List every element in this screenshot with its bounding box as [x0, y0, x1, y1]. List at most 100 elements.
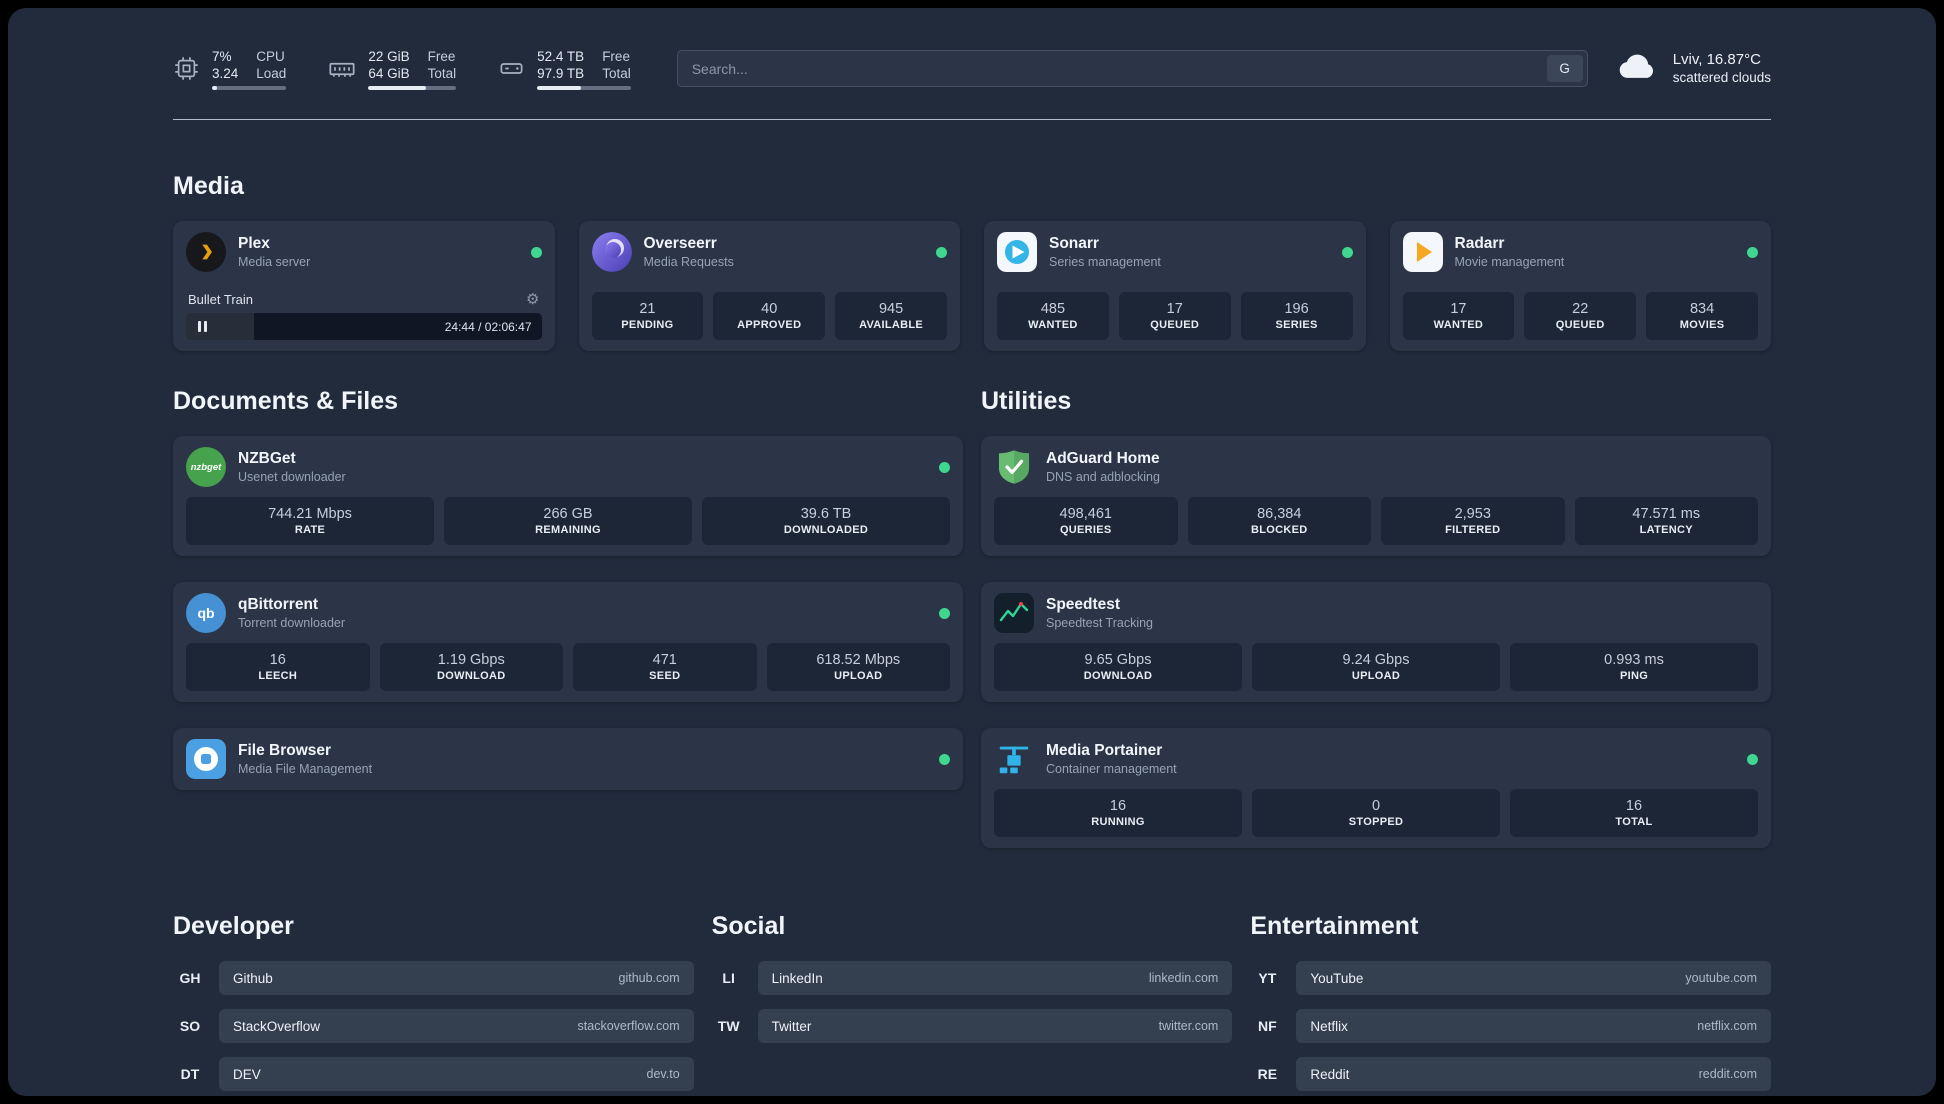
stat-pending: 21 PENDING — [591, 292, 704, 340]
section-title-developer: Developer — [173, 912, 294, 940]
section-title-utilities: Utilities — [981, 387, 1072, 415]
disk-total-value: 97.9 TB — [537, 65, 585, 81]
section-developer: Developer GH Github github.com SO StackO… — [173, 912, 694, 1096]
bookmark-abbr: YT — [1258, 970, 1277, 986]
bookmark-reddit[interactable]: Reddit reddit.com — [1296, 1057, 1771, 1091]
status-dot — [530, 246, 542, 258]
adguard-icon — [994, 447, 1034, 487]
stat-filtered: 2,953 FILTERED — [1381, 497, 1565, 545]
cpu-load-value: 3.24 — [212, 65, 239, 81]
app-name: Plex — [238, 235, 270, 252]
bookmark-netflix[interactable]: Netflix netflix.com — [1296, 1009, 1771, 1043]
app-card-portainer[interactable]: Media Portainer Container management 16 … — [981, 728, 1771, 848]
stat-available: 945 AVAILABLE — [835, 292, 947, 340]
app-card-plex[interactable]: Plex Media server Bullet Train ⚙ 24:44 /… — [173, 221, 555, 351]
stat-blocked: 86,384 BLOCKED — [1187, 497, 1371, 545]
app-name: Media Portainer — [1046, 742, 1163, 759]
app-name: Overseerr — [643, 235, 717, 252]
sonarr-icon — [997, 232, 1037, 272]
app-card-overseerr[interactable]: Overseerr Media Requests 21 PENDING 40 A… — [578, 221, 960, 351]
bookmark-row: DT DEV dev.to — [173, 1057, 694, 1091]
app-name: qBittorrent — [238, 596, 319, 613]
settings-gear-icon[interactable]: ⚙ — [526, 292, 539, 307]
pause-button[interactable] — [196, 317, 213, 336]
stat-downloaded: 39.6 TB DOWNLOADED — [702, 497, 950, 545]
now-playing-title: Bullet Train — [188, 292, 254, 307]
search-input[interactable] — [676, 50, 1588, 87]
bookmark-row: SO StackOverflow stackoverflow.com — [173, 1009, 694, 1043]
section-documents: Documents & Files nzbget NZBGet Usenet d… — [173, 387, 963, 790]
app-desc: Media server — [238, 255, 311, 269]
bookmark-stackoverflow[interactable]: StackOverflow stackoverflow.com — [219, 1009, 694, 1043]
stat-ping: 0.993 ms PING — [1510, 643, 1758, 691]
bookmark-youtube[interactable]: YouTube youtube.com — [1296, 961, 1771, 995]
app-card-radarr[interactable]: Radarr Movie management 17 WANTED 22 QUE… — [1389, 221, 1771, 351]
disk-icon — [498, 55, 525, 82]
stat-rate: 744.21 Mbps RATE — [186, 497, 434, 545]
app-card-sonarr[interactable]: Sonarr Series management 485 WANTED 17 Q… — [984, 221, 1366, 351]
cpu-usage-value: 7% — [212, 48, 232, 64]
bookmark-abbr: DT — [180, 1066, 200, 1082]
app-card-nzbget[interactable]: nzbget NZBGet Usenet downloader 744.21 M… — [173, 436, 963, 556]
ram-widget: 22 GiB Free 64 GiB Total — [328, 48, 457, 90]
ram-icon — [328, 55, 356, 83]
weather-location: Lviv, 16.87°C — [1672, 51, 1761, 68]
playback-progress-bar[interactable]: 24:44 / 02:06:47 — [186, 313, 542, 340]
qbittorrent-icon: qb — [186, 593, 226, 633]
status-dot — [1747, 246, 1758, 258]
cloud-icon — [1616, 44, 1660, 93]
bookmark-abbr: NF — [1257, 1018, 1277, 1034]
status-dot — [936, 246, 947, 258]
app-desc: Movie management — [1454, 255, 1565, 269]
app-name: Speedtest — [1046, 596, 1121, 613]
stat-download: 1.19 Gbps DOWNLOAD — [379, 643, 563, 691]
stat-wanted: 485 WANTED — [997, 292, 1109, 340]
app-name: Sonarr — [1049, 235, 1099, 252]
app-card-speedtest[interactable]: Speedtest Speedtest Tracking 9.65 Gbps D… — [981, 582, 1771, 702]
weather-widget: Lviv, 16.87°C scattered clouds — [1616, 44, 1771, 93]
disk-free-value: 52.4 TB — [537, 48, 585, 64]
weather-condition: scattered clouds — [1672, 70, 1771, 85]
bookmark-row: RE Reddit reddit.com — [1250, 1057, 1771, 1091]
section-title-entertainment: Entertainment — [1250, 912, 1419, 940]
cpu-widget: 7% CPU 3.24 Load — [173, 48, 287, 90]
bookmark-dev[interactable]: DEV dev.to — [219, 1057, 694, 1091]
app-desc: Media Requests — [643, 255, 734, 269]
app-card-adguard[interactable]: AdGuard Home DNS and adblocking 498,461 … — [981, 436, 1771, 556]
ram-total-label: Total — [427, 65, 457, 81]
bookmark-row: LI LinkedIn linkedin.com — [712, 961, 1233, 995]
status-dot — [939, 753, 950, 765]
plex-now-playing-widget: Bullet Train ⚙ 24:44 / 02:06:47 — [186, 288, 542, 340]
stat-upload: 618.52 Mbps UPLOAD — [766, 643, 950, 691]
search-engine-button[interactable]: G — [1546, 55, 1583, 82]
section-title-documents: Documents & Files — [173, 387, 399, 415]
status-dot — [939, 607, 950, 619]
app-card-qbittorrent[interactable]: qb qBittorrent Torrent downloader 16 LEE… — [173, 582, 963, 702]
bookmark-row: NF Netflix netflix.com — [1250, 1009, 1771, 1043]
bookmark-github[interactable]: Github github.com — [219, 961, 694, 995]
section-media: Media Plex Media server Bullet Train ⚙ 2… — [173, 172, 1771, 351]
stat-queries: 498,461 QUERIES — [994, 497, 1178, 545]
stat-latency: 47.571 ms LATENCY — [1574, 497, 1758, 545]
disk-widget: 52.4 TB Free 97.9 TB Total — [498, 48, 631, 90]
stat-leech: 16 LEECH — [186, 643, 370, 691]
stat-stopped: 0 STOPPED — [1252, 789, 1500, 837]
app-desc: Torrent downloader — [238, 616, 346, 630]
app-desc: Speedtest Tracking — [1046, 616, 1154, 630]
bookmark-row: TW Twitter twitter.com — [712, 1009, 1233, 1043]
stat-approved: 40 APPROVED — [713, 292, 826, 340]
bookmark-abbr: SO — [179, 1018, 201, 1034]
radarr-icon — [1402, 232, 1443, 272]
bookmark-row: GH Github github.com — [173, 961, 694, 995]
bookmark-linkedin[interactable]: LinkedIn linkedin.com — [757, 961, 1233, 995]
bookmark-row: YT YouTube youtube.com — [1250, 961, 1771, 995]
bookmark-abbr: LI — [722, 970, 735, 986]
bookmark-twitter[interactable]: Twitter twitter.com — [757, 1009, 1233, 1043]
cpu-usage-label: CPU — [256, 48, 285, 64]
cpu-icon — [173, 55, 200, 82]
bookmark-abbr: RE — [1257, 1066, 1278, 1082]
stat-wanted: 17 WANTED — [1402, 292, 1515, 340]
app-card-filebrowser[interactable]: File Browser Media File Management — [173, 728, 963, 790]
disk-free-label: Free — [602, 48, 630, 64]
app-desc: Container management — [1046, 762, 1177, 776]
